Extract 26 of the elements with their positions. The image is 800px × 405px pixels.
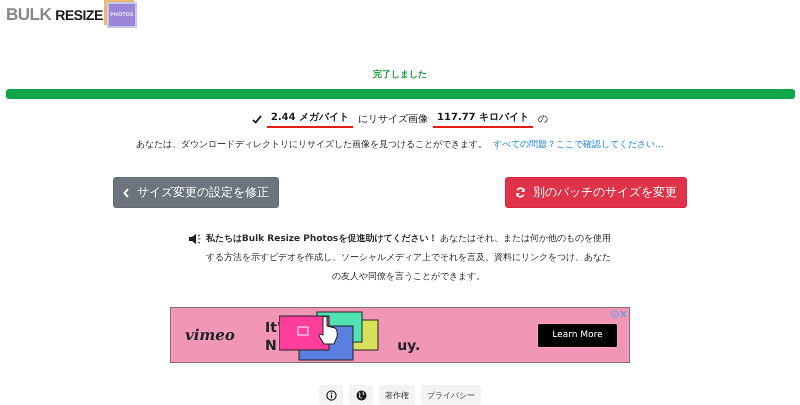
status-label: 完了しました — [373, 68, 427, 81]
original-size: 2.44 メガバイト — [266, 110, 354, 128]
result-text: の — [538, 113, 548, 126]
ad-logo: vimeo — [185, 326, 236, 344]
back-button[interactable]: サイズ変更の設定を修正 — [113, 177, 279, 208]
info-text: あなたは、ダウンロードディレクトリにリサイズした画像を見つけることができます。 — [136, 138, 488, 151]
help-link[interactable]: すべての問題？ここで確認してください... — [493, 138, 664, 151]
resize-another-button[interactable]: 別のバッチのサイズを変更 — [505, 177, 687, 208]
info-button[interactable] — [319, 385, 343, 405]
info-icon — [326, 390, 336, 400]
logo-text: RESIZE — [55, 7, 103, 23]
chevron-left-icon — [123, 188, 130, 198]
ad-headline: uy. — [397, 338, 420, 354]
result-text: にリサイズ画像 — [358, 113, 428, 126]
promo-text: 私たちはBulk Resize Photosを促進助けてください！ あなたはそれ、または何か他のものを使用する方法を示すビデオを作成し、ソーシャルメディア上でそれを言及、資料にリンクをつけ、あなたの友人や同僚を言うことができます。 — [205, 232, 612, 284]
refresh-icon — [515, 187, 526, 198]
check-icon — [252, 114, 262, 124]
globe-button[interactable] — [349, 385, 373, 405]
ad-headline: N — [265, 337, 278, 355]
logo-text: BULK — [6, 5, 52, 25]
resized-size: 117.77 キロバイト — [433, 110, 534, 128]
learn-more-button[interactable]: Learn More — [538, 324, 617, 346]
footer-link[interactable]: 著作権 — [379, 385, 415, 405]
footer-link[interactable]: プライバシー — [421, 385, 481, 405]
globe-icon — [356, 390, 366, 400]
megaphone-icon — [188, 234, 201, 244]
